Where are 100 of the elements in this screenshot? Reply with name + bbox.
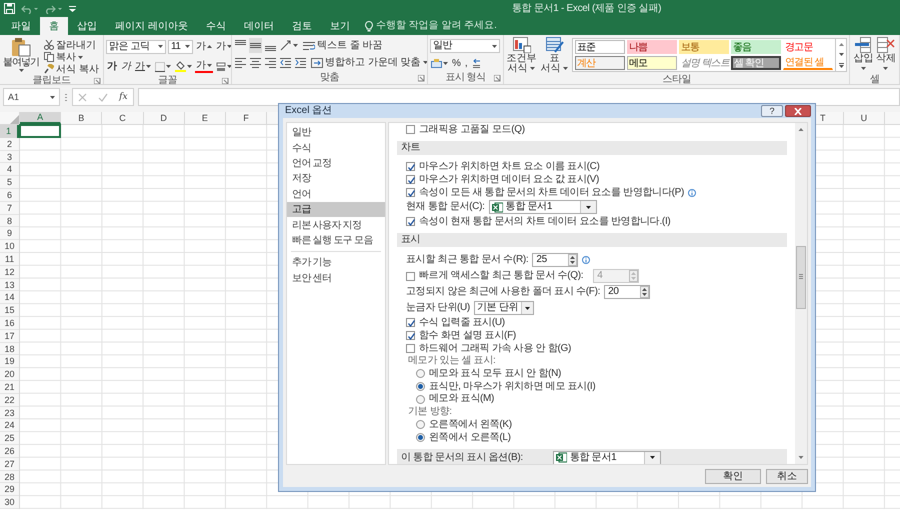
- row-header[interactable]: 16: [0, 316, 19, 330]
- row-header[interactable]: 22: [0, 394, 19, 407]
- row-header[interactable]: 6: [0, 188, 19, 202]
- sidebar-item[interactable]: 빠른 실행 도구 모음: [287, 232, 385, 248]
- row-header[interactable]: 26: [0, 444, 19, 458]
- radio-button[interactable]: [416, 382, 425, 392]
- row-header[interactable]: 3: [0, 150, 19, 164]
- underline-button[interactable]: 가: [134, 59, 152, 74]
- increase-indent-button[interactable]: [294, 55, 307, 70]
- row-header[interactable]: 11: [0, 252, 19, 266]
- sidebar-item[interactable]: 저장: [287, 171, 385, 187]
- column-header[interactable]: U: [844, 112, 885, 124]
- column-header[interactable]: B: [61, 112, 102, 124]
- row-header[interactable]: 10: [0, 240, 19, 253]
- align-center-button[interactable]: [249, 55, 262, 70]
- ribbon-tab[interactable]: 검토: [282, 17, 321, 35]
- gallery-down-icon[interactable]: [838, 52, 844, 56]
- row-header[interactable]: 13: [0, 278, 19, 292]
- font-size-dropdown[interactable]: 11: [168, 40, 193, 54]
- row-header[interactable]: 25: [0, 432, 19, 445]
- row-header[interactable]: 24: [0, 419, 19, 432]
- checkbox[interactable]: [406, 125, 415, 134]
- format-painter-button[interactable]: 서식 복사: [42, 63, 101, 75]
- row-header[interactable]: 5: [0, 176, 19, 189]
- comma-button[interactable]: ,: [464, 56, 469, 71]
- insert-function-button[interactable]: fx: [119, 92, 128, 102]
- borders-button[interactable]: [154, 59, 172, 74]
- sidebar-item[interactable]: 일반: [287, 125, 385, 140]
- ribbon-tab[interactable]: 데이터: [234, 17, 283, 35]
- row-header[interactable]: 2: [0, 138, 19, 151]
- row-header[interactable]: 12: [0, 266, 19, 279]
- name-box[interactable]: A1: [3, 88, 60, 106]
- checkbox[interactable]: [406, 162, 415, 171]
- ribbon-tab[interactable]: 보기: [320, 17, 359, 35]
- row-header[interactable]: 14: [0, 291, 19, 304]
- dropdown[interactable]: 통합 문서1: [488, 200, 597, 214]
- increase-decimal-button[interactable]: [470, 56, 482, 71]
- search-field[interactable]: 수행할 작업을 알려 주세요.: [376, 20, 526, 32]
- ribbon-tab[interactable]: 홈: [40, 17, 68, 35]
- accounting-format-button[interactable]: [430, 56, 449, 71]
- bold-button[interactable]: 가: [106, 59, 118, 74]
- checkbox[interactable]: [406, 318, 415, 327]
- gallery-more-icon[interactable]: [838, 62, 844, 68]
- sidebar-item[interactable]: 고급: [287, 202, 385, 218]
- close-button[interactable]: [785, 105, 811, 117]
- row-header[interactable]: 18: [0, 342, 19, 356]
- row-header[interactable]: 15: [0, 304, 19, 317]
- cell-style[interactable]: 표준: [575, 40, 625, 54]
- dialog-launcher-icon[interactable]: [222, 78, 229, 84]
- help-button[interactable]: ?: [761, 105, 783, 117]
- ribbon-tab[interactable]: 파일: [2, 17, 40, 35]
- ribbon-tab[interactable]: 페이지 레이아웃: [106, 17, 197, 35]
- checkbox[interactable]: [406, 344, 415, 353]
- shrink-font-button[interactable]: 가: [215, 39, 231, 54]
- save-icon[interactable]: [4, 3, 15, 14]
- row-header[interactable]: 20: [0, 368, 19, 381]
- checkbox[interactable]: [406, 331, 415, 340]
- cell-style[interactable]: 나쁨: [627, 40, 677, 54]
- align-right-button[interactable]: [264, 55, 277, 70]
- row-header[interactable]: 21: [0, 380, 19, 394]
- row-header[interactable]: 17: [0, 330, 19, 343]
- row-header[interactable]: 19: [0, 355, 19, 368]
- ribbon-tab[interactable]: 수식: [196, 17, 235, 35]
- delete-cells-button[interactable]: 삭제: [874, 37, 897, 74]
- dialog-button[interactable]: 확인: [705, 468, 761, 484]
- sidebar-item[interactable]: 수식: [287, 140, 385, 156]
- row-header[interactable]: 1: [0, 125, 19, 138]
- sidebar-item[interactable]: 언어 교정: [287, 156, 385, 172]
- dropdown[interactable]: 통합 문서1: [552, 450, 661, 464]
- checkbox[interactable]: [406, 175, 415, 184]
- row-header[interactable]: 27: [0, 458, 19, 471]
- column-header[interactable]: C: [102, 112, 144, 124]
- row-header[interactable]: 23: [0, 406, 19, 420]
- sidebar-item[interactable]: 언어: [287, 186, 385, 202]
- sidebar-item[interactable]: 리본 사용자 지정: [287, 217, 385, 233]
- dropdown[interactable]: 기본 단위: [474, 301, 534, 315]
- font-color-button[interactable]: 가: [195, 60, 213, 73]
- dialog-launcher-icon[interactable]: [94, 78, 101, 84]
- column-header[interactable]: F: [226, 112, 268, 124]
- radio-button[interactable]: [416, 369, 425, 378]
- row-header[interactable]: 29: [0, 483, 19, 496]
- redo-icon[interactable]: [45, 4, 63, 14]
- ribbon-tab[interactable]: 삽입: [68, 17, 106, 35]
- checkbox[interactable]: [406, 188, 415, 197]
- cell-style[interactable]: 좋음: [731, 40, 781, 54]
- insert-cells-button[interactable]: 삽입: [852, 37, 874, 74]
- row-header[interactable]: 9: [0, 227, 19, 240]
- italic-button[interactable]: 가: [120, 59, 132, 74]
- orientation-button[interactable]: [279, 38, 299, 53]
- sidebar-item[interactable]: 추가 기능: [287, 255, 385, 271]
- paste-button[interactable]: 붙여넣기: [2, 37, 40, 75]
- dialog-launcher-icon[interactable]: [418, 74, 425, 82]
- cell-style[interactable]: 메모: [627, 56, 677, 70]
- row-header[interactable]: 4: [0, 163, 19, 176]
- copy-button[interactable]: 복사: [42, 51, 101, 63]
- dialog-launcher-icon[interactable]: [494, 74, 501, 82]
- column-header[interactable]: A: [20, 112, 62, 124]
- column-header[interactable]: D: [144, 112, 185, 124]
- cell-style[interactable]: 보통: [679, 40, 729, 54]
- sidebar-item[interactable]: 보안 센터: [287, 270, 385, 286]
